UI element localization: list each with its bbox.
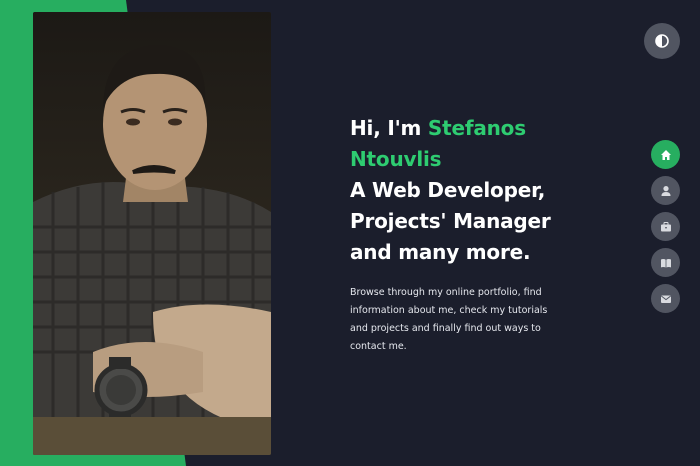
name-last: Ntouvlis: [350, 147, 442, 171]
nav-about-button[interactable]: [651, 176, 680, 205]
contrast-icon: [655, 34, 669, 48]
role-line-1: A Web Developer,: [350, 178, 546, 202]
side-nav: [651, 140, 680, 320]
briefcase-icon: [660, 221, 671, 231]
nav-portfolio-button[interactable]: [651, 212, 680, 241]
nav-home-button[interactable]: [651, 140, 680, 169]
book-icon: [660, 258, 671, 267]
hero-headline: Hi, I'm Stefanos Ntouvlis A Web Develope…: [350, 113, 590, 268]
hero-intro: Browse through my online portfolio, find…: [350, 287, 548, 352]
greeting-text: Hi, I'm: [350, 116, 428, 140]
name-first: Stefanos: [427, 116, 526, 140]
role-line-2: Projects' Manager: [350, 209, 551, 233]
nav-tutorials-button[interactable]: [651, 248, 680, 277]
role-line-3: and many more.: [350, 240, 531, 264]
user-icon: [661, 185, 670, 196]
envelope-icon: [660, 295, 671, 303]
nav-contact-button[interactable]: [651, 284, 680, 313]
theme-toggle-button[interactable]: [644, 23, 680, 59]
hero-section: Hi, I'm Stefanos Ntouvlis A Web Develope…: [350, 113, 590, 356]
profile-photo: [33, 12, 271, 455]
home-icon: [660, 149, 671, 160]
